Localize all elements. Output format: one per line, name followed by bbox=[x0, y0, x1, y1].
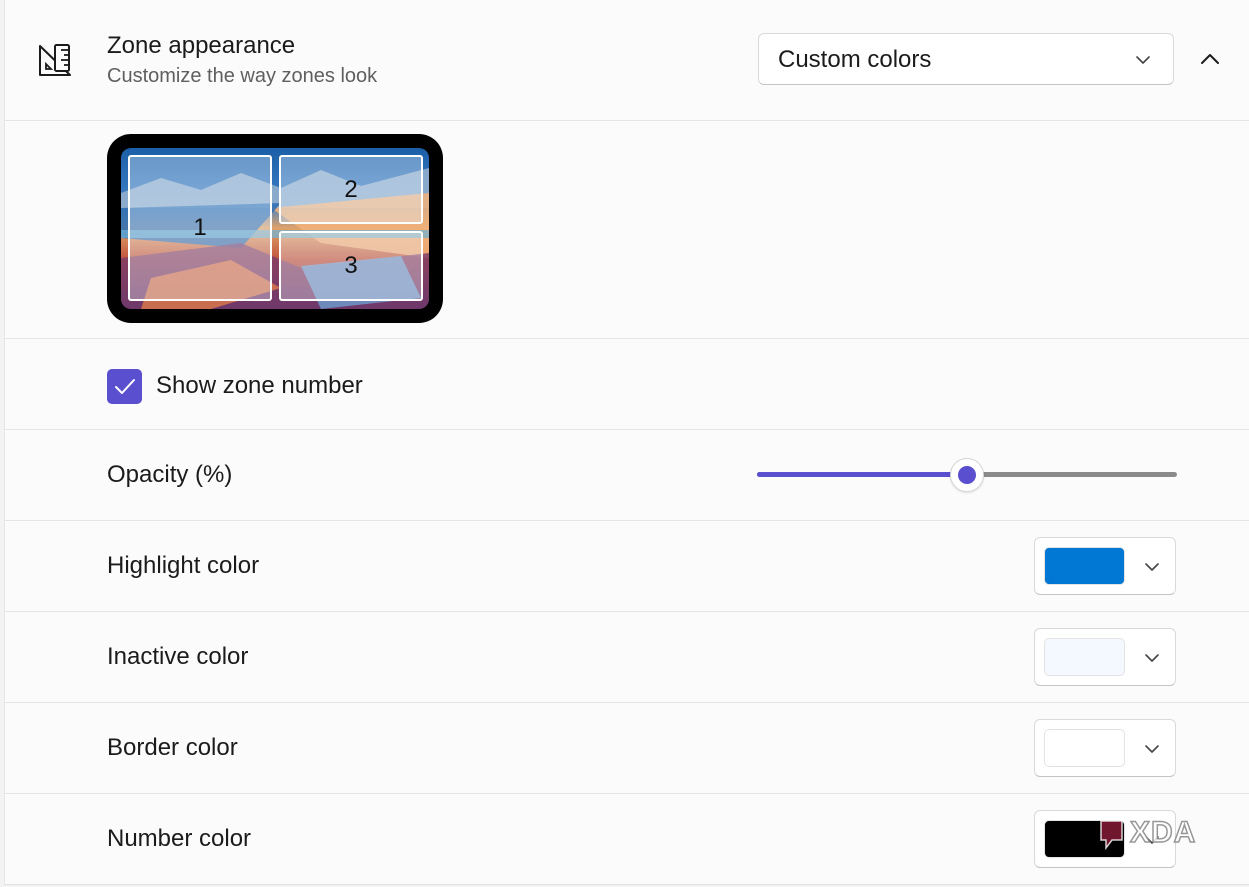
checkmark-icon bbox=[115, 379, 135, 394]
watermark-text: XDA bbox=[1129, 815, 1197, 850]
chevron-down-icon bbox=[1136, 56, 1150, 64]
opacity-slider-fill bbox=[757, 472, 967, 477]
zone-3: 3 bbox=[279, 231, 423, 301]
chevron-down-icon bbox=[1145, 745, 1159, 753]
xda-watermark: XDA bbox=[1098, 815, 1218, 852]
highlight-color-label: Highlight color bbox=[107, 552, 260, 579]
zone-2: 2 bbox=[279, 155, 423, 224]
xda-logo-icon bbox=[1100, 820, 1123, 851]
show-zone-number-row: Show zone number bbox=[5, 339, 1249, 430]
section-title: Zone appearance bbox=[107, 32, 296, 59]
border-color-picker[interactable] bbox=[1034, 719, 1176, 777]
appearance-dropdown-value: Custom colors bbox=[778, 46, 932, 73]
inactive-color-swatch bbox=[1044, 638, 1125, 676]
number-color-label: Number color bbox=[107, 825, 252, 852]
opacity-row: Opacity (%) bbox=[5, 430, 1249, 521]
section-subtitle: Customize the way zones look bbox=[107, 65, 378, 87]
opacity-slider-thumb[interactable] bbox=[950, 458, 984, 492]
inactive-color-label: Inactive color bbox=[107, 643, 249, 670]
zone-number: 3 bbox=[344, 252, 358, 279]
chevron-up-icon[interactable] bbox=[1199, 48, 1221, 70]
zone-appearance-header[interactable]: Zone appearance Customize the way zones … bbox=[5, 0, 1249, 121]
chevron-down-icon bbox=[1145, 563, 1159, 571]
appearance-dropdown[interactable]: Custom colors bbox=[758, 33, 1174, 85]
zone-1: 1 bbox=[128, 155, 272, 301]
border-color-label: Border color bbox=[107, 734, 238, 761]
zone-number: 1 bbox=[193, 214, 207, 241]
zone-appearance-panel: Zone appearance Customize the way zones … bbox=[4, 0, 1249, 885]
highlight-color-row: Highlight color bbox=[5, 521, 1249, 612]
inactive-color-row: Inactive color bbox=[5, 612, 1249, 703]
show-zone-number-checkbox[interactable] bbox=[107, 369, 142, 404]
inactive-color-picker[interactable] bbox=[1034, 628, 1176, 686]
wallpaper-preview: 1 2 3 bbox=[121, 148, 429, 309]
zone-preview-row: 1 2 3 bbox=[5, 121, 1249, 339]
highlight-color-swatch bbox=[1044, 547, 1125, 585]
border-color-swatch bbox=[1044, 729, 1125, 767]
zone-number: 2 bbox=[344, 175, 358, 203]
chevron-down-icon bbox=[1145, 654, 1159, 662]
highlight-color-picker[interactable] bbox=[1034, 537, 1176, 595]
opacity-label: Opacity (%) bbox=[107, 461, 233, 488]
border-color-row: Border color bbox=[5, 703, 1249, 794]
ruler-triangle-icon bbox=[39, 44, 71, 76]
show-zone-number-label: Show zone number bbox=[156, 372, 363, 399]
number-color-row: Number color bbox=[5, 794, 1249, 884]
opacity-slider[interactable] bbox=[757, 458, 1177, 492]
monitor-preview: 1 2 3 bbox=[107, 134, 443, 323]
